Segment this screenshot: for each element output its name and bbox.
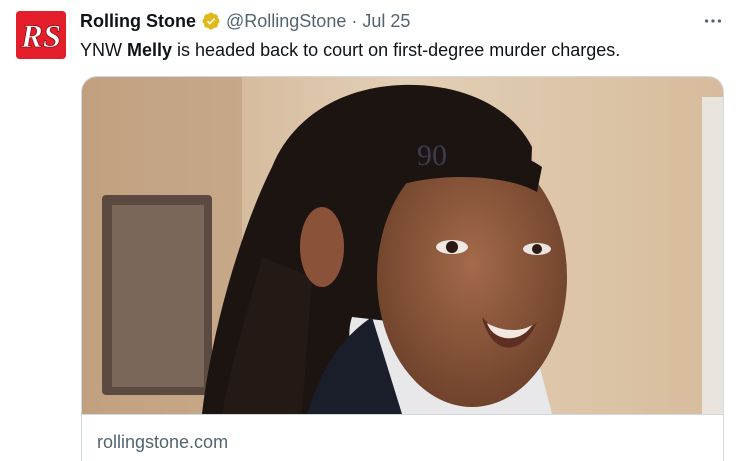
tweet-text-part: is headed back to court on first-degree … [172, 40, 621, 60]
header-separator: · [351, 10, 358, 31]
more-horizontal-icon [704, 19, 722, 23]
tweet-date[interactable]: Jul 25 [362, 11, 410, 32]
tweet[interactable]: RS Rolling Stone @RollingStone · Jul 25 … [0, 0, 743, 461]
card-domain: rollingstone.com [97, 432, 229, 452]
link-card[interactable]: 90 rollingstone.com [81, 76, 724, 461]
tweet-header: Rolling Stone @RollingStone · Jul 25 [80, 10, 410, 32]
author-name[interactable]: Rolling Stone [80, 11, 196, 32]
tweet-text-part: YNW [80, 40, 127, 60]
more-options-button[interactable] [700, 8, 726, 34]
avatar-initials: RS [20, 19, 61, 55]
face-tattoo-decoration: 90 [417, 139, 447, 172]
author-handle[interactable]: @RollingStone [226, 11, 346, 32]
card-footer: rollingstone.com [82, 414, 723, 461]
tweet-text-bold: Melly [127, 40, 173, 60]
rolling-stone-logo: RS [16, 11, 66, 59]
card-image: 90 [82, 77, 723, 414]
verified-badge-icon [201, 11, 221, 31]
tweet-text: YNW Melly is headed back to court on fir… [80, 38, 720, 62]
avatar[interactable]: RS [16, 11, 66, 59]
